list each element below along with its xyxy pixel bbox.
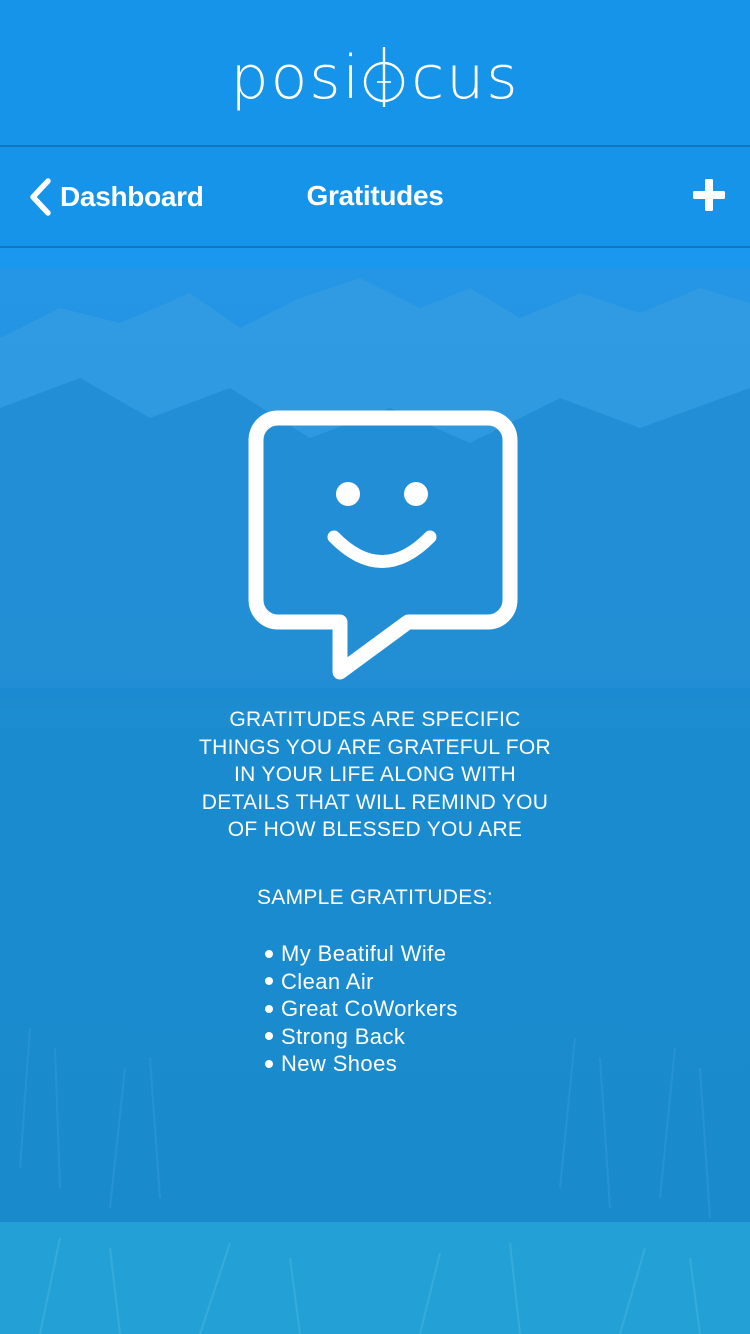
app-header: pos i cus bbox=[0, 0, 750, 145]
page-title: Gratitudes bbox=[306, 180, 444, 211]
bullet-icon bbox=[265, 1004, 273, 1013]
bullet-icon bbox=[265, 1032, 273, 1041]
smiley-chat-bubble-icon bbox=[248, 410, 518, 680]
bullet-icon bbox=[265, 977, 273, 986]
nav-strip bbox=[0, 248, 750, 268]
bullet-icon bbox=[265, 949, 273, 958]
list-item: New Shoes bbox=[262, 1050, 458, 1078]
sample-text: Great CoWorkers bbox=[281, 996, 458, 1021]
logo-text-right: cus bbox=[411, 42, 520, 113]
list-item: Great CoWorkers bbox=[262, 995, 458, 1023]
gratitudes-description: GRATITUDES ARE SPECIFIC THINGS YOU ARE G… bbox=[199, 708, 551, 841]
crosshair-icon bbox=[362, 46, 410, 109]
sample-list: My Beatiful Wife Clean Air Great CoWorke… bbox=[262, 940, 458, 1078]
list-item: My Beatiful Wife bbox=[262, 940, 458, 968]
sample-text: Strong Back bbox=[281, 1023, 406, 1049]
logo-text-left: pos bbox=[230, 42, 343, 113]
nav-bar: Dashboard Gratitudes bbox=[0, 147, 750, 246]
sample-text: My Beatiful Wife bbox=[281, 941, 447, 966]
logo-text-i: i bbox=[342, 42, 362, 113]
sample-text: Clean Air bbox=[281, 968, 374, 994]
sample-heading: SAMPLE GRATITUDES: bbox=[256, 886, 494, 909]
list-item: Strong Back bbox=[262, 1023, 458, 1051]
bullet-icon bbox=[265, 1059, 273, 1068]
plus-icon[interactable] bbox=[692, 178, 726, 212]
list-item: Clean Air bbox=[262, 968, 458, 996]
posifocus-logo: pos i cus bbox=[230, 43, 519, 113]
sample-text: New Shoes bbox=[281, 1051, 398, 1076]
